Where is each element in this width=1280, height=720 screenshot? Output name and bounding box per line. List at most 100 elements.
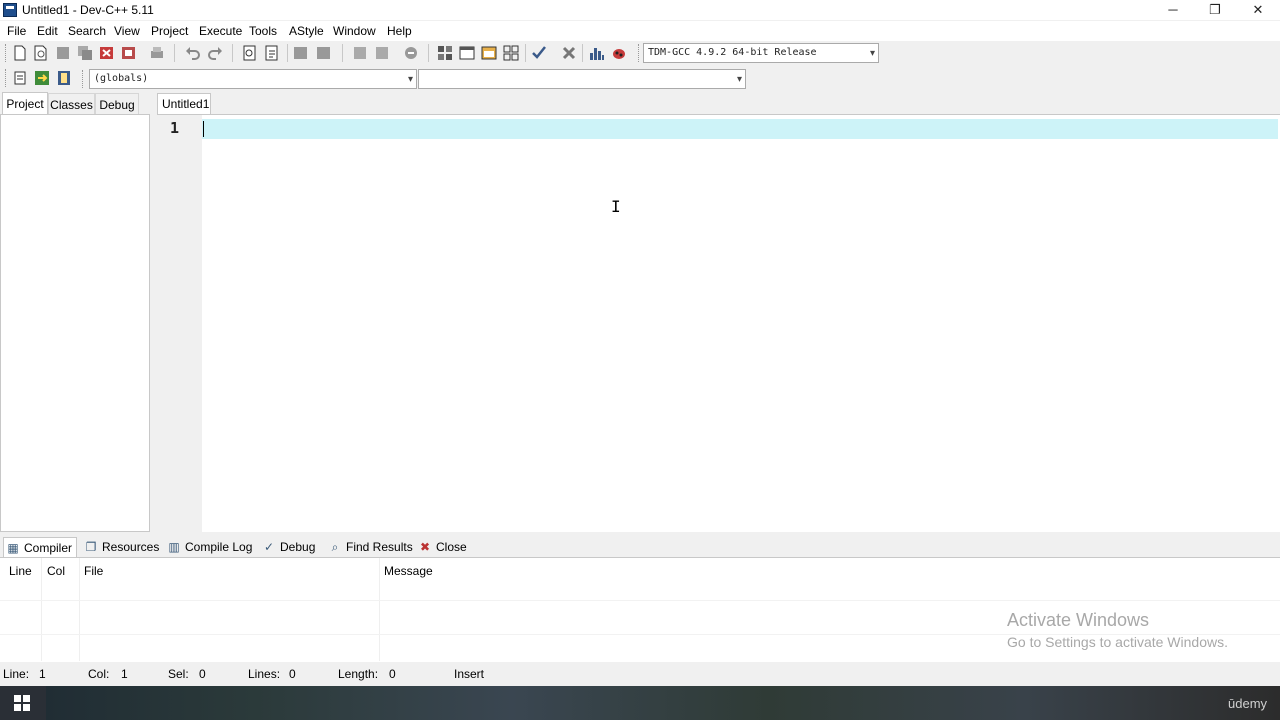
toolbar-grip[interactable]	[638, 44, 641, 62]
goto-declaration-icon[interactable]	[34, 70, 50, 86]
menu-search[interactable]: Search	[68, 24, 106, 38]
class-browser-icon[interactable]	[481, 45, 497, 61]
menu-window[interactable]: Window	[333, 24, 376, 38]
restore-button[interactable]: ❐	[1193, 0, 1237, 20]
activate-windows-subtitle: Go to Settings to activate Windows.	[1007, 634, 1228, 650]
redo-icon[interactable]	[207, 45, 223, 61]
line-number: 1	[170, 119, 180, 137]
menu-tools[interactable]: Tools	[249, 24, 277, 38]
editor-tab-untitled1[interactable]: Untitled1	[157, 93, 211, 115]
toolbar-separator	[342, 44, 343, 62]
new-file-icon[interactable]	[12, 45, 28, 61]
insert-code-icon[interactable]	[12, 70, 28, 86]
tab-compiler-label: Compiler	[24, 541, 73, 555]
stop-execution-icon[interactable]	[561, 45, 577, 61]
compile-log-icon: ▥	[168, 540, 180, 554]
active-line-highlight	[202, 119, 1278, 139]
tile-windows-icon[interactable]	[503, 45, 519, 61]
minimize-button[interactable]: ─	[1151, 0, 1195, 20]
toolbar-separator	[174, 44, 175, 62]
new-project-icon[interactable]	[437, 45, 453, 61]
status-length-label: Length:	[338, 667, 379, 681]
compiler-select[interactable]: TDM-GCC 4.9.2 64-bit Release ▾	[643, 43, 879, 63]
column-header-message[interactable]: Message	[384, 564, 433, 578]
toolbar-separator	[428, 44, 429, 62]
find-icon[interactable]	[242, 45, 258, 61]
goto-line-icon[interactable]	[403, 45, 419, 61]
tab-resources-label: Resources	[102, 540, 160, 554]
scope-select[interactable]: (globals) ▾	[89, 69, 417, 89]
close-window-button[interactable]: ✕	[1236, 0, 1280, 20]
save-icon[interactable]	[55, 45, 71, 61]
toolbar-grip[interactable]	[82, 70, 85, 88]
status-insert-mode: Insert	[454, 667, 485, 681]
indent-icon[interactable]	[293, 45, 309, 61]
status-sel-label: Sel:	[168, 667, 189, 681]
close-file-icon[interactable]	[99, 45, 115, 61]
goto-bookmark-icon[interactable]	[374, 45, 390, 61]
status-bar: Line: 1 Col: 1 Sel: 0 Lines: 0 Length: 0…	[0, 664, 1280, 684]
window-icon[interactable]	[459, 45, 475, 61]
compiler-icon: ▦	[7, 541, 19, 555]
windows-logo-icon	[14, 695, 30, 711]
status-line-value: 1	[39, 667, 46, 681]
udemy-watermark: ūdemy	[1228, 696, 1268, 711]
close-icon: ✖	[419, 540, 431, 554]
title-bar: Untitled1 - Dev-C++ 5.11 ─ ❐ ✕	[0, 0, 1280, 20]
scope-select-value: (globals)	[94, 73, 149, 84]
tab-resources[interactable]: ❐ Resources	[82, 537, 160, 557]
column-header-line[interactable]: Line	[9, 564, 32, 578]
toggle-bookmark-icon[interactable]	[352, 45, 368, 61]
chart-icon[interactable]	[589, 45, 605, 61]
menu-project[interactable]: Project	[151, 24, 188, 38]
member-select[interactable]: ▾	[418, 69, 746, 89]
unindent-icon[interactable]	[315, 45, 331, 61]
compiler-select-value: TDM-GCC 4.9.2 64-bit Release	[648, 47, 817, 58]
column-header-file[interactable]: File	[84, 564, 103, 578]
ibeam-cursor-icon: I	[611, 197, 621, 216]
tab-classes[interactable]: Classes	[48, 93, 95, 115]
toolbar-separator	[582, 44, 583, 62]
row-divider	[0, 600, 1280, 601]
tab-close[interactable]: ✖ Close	[416, 537, 467, 557]
open-file-icon[interactable]	[33, 45, 49, 61]
compile-check-icon[interactable]	[531, 45, 547, 61]
tab-compile-log[interactable]: ▥ Compile Log	[165, 537, 252, 557]
start-button[interactable]	[0, 686, 46, 720]
tab-compiler[interactable]: ▦ Compiler	[3, 537, 77, 557]
menu-view[interactable]: View	[114, 24, 140, 38]
status-col-label: Col:	[88, 667, 110, 681]
tab-close-label: Close	[436, 540, 467, 554]
menu-astyle[interactable]: AStyle	[289, 24, 324, 38]
tab-find-results[interactable]: ⌕ Find Results	[326, 537, 413, 557]
resources-icon: ❐	[85, 540, 97, 554]
project-browser-panel[interactable]	[0, 114, 150, 532]
tab-debug[interactable]: Debug	[95, 93, 139, 115]
line-number-gutter: 1	[157, 115, 202, 533]
toolbar-grip[interactable]	[5, 44, 8, 62]
tab-debug-output[interactable]: ✓ Debug	[260, 537, 315, 557]
menu-execute[interactable]: Execute	[199, 24, 242, 38]
debug-bug-icon[interactable]	[611, 45, 627, 61]
goto-definition-icon[interactable]	[56, 70, 72, 86]
menu-edit[interactable]: Edit	[37, 24, 58, 38]
message-panel-tabs: ▦ Compiler ❐ Resources ▥ Compile Log ✓ D…	[0, 535, 1280, 557]
print-icon[interactable]	[149, 45, 165, 61]
column-divider	[379, 558, 380, 661]
status-length-value: 0	[389, 667, 396, 681]
undo-icon[interactable]	[185, 45, 201, 61]
close-all-icon[interactable]	[121, 45, 137, 61]
menu-file[interactable]: File	[7, 24, 26, 38]
tab-project[interactable]: Project	[2, 92, 48, 116]
menu-help[interactable]: Help	[387, 24, 412, 38]
tab-debug-label: Debug	[280, 540, 316, 554]
column-header-col[interactable]: Col	[47, 564, 65, 578]
toolbar-separator	[232, 44, 233, 62]
status-lines-value: 0	[289, 667, 296, 681]
dev-cpp-app-icon	[3, 3, 17, 17]
code-editor[interactable]: 1	[157, 114, 1280, 533]
save-all-icon[interactable]	[77, 45, 93, 61]
replace-icon[interactable]	[264, 45, 280, 61]
toolbar-grip[interactable]	[5, 69, 8, 87]
class-toolbar: (globals) ▾ ▾	[0, 66, 1280, 91]
